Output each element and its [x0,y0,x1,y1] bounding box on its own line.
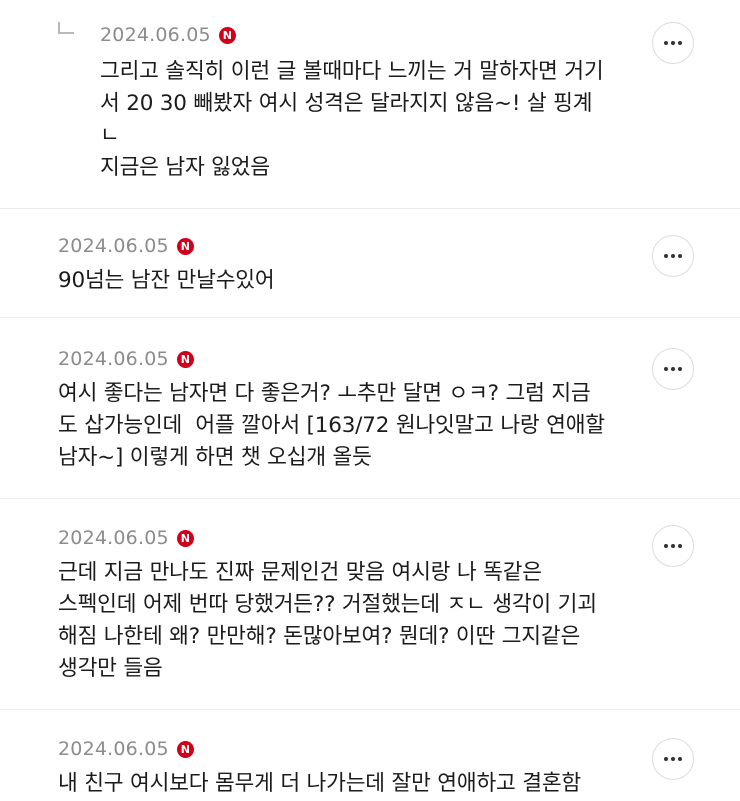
ellipsis-icon [664,544,682,548]
comment-date: 2024.06.05 [58,527,169,549]
ellipsis-icon [664,41,682,45]
comment-date: 2024.06.05 [100,24,211,46]
comment-text: 그리고 솔직히 이런 글 볼때마다 느끼는 거 말하자면 거기 서 20 30 … [100,59,604,180]
comment-meta: 2024.06.05 N [58,235,194,257]
comment-meta: 2024.06.05 N [58,527,194,549]
comment-text: 근데 지금 만나도 진짜 문제인건 맞음 여시랑 나 똑같은 스펙인데 어제 번… [58,560,597,681]
comment-item: 2024.06.05 N 90넘는 남잔 만날수있어 [0,209,740,317]
comment-meta: 2024.06.05 N [100,24,236,46]
reply-arrow-icon [58,22,74,34]
comment-text: 90넘는 남잔 만날수있어 [58,268,275,293]
comment-text: 내 친구 여시보다 몸무게 더 나가는데 잘만 연애하고 결혼함 [58,771,581,796]
comment-date: 2024.06.05 [58,348,169,370]
more-options-button[interactable] [652,22,694,64]
ellipsis-icon [664,757,682,761]
more-options-button[interactable] [652,235,694,277]
ellipsis-icon [664,254,682,258]
more-options-button[interactable] [652,348,694,390]
more-options-button[interactable] [652,525,694,567]
ellipsis-icon [664,367,682,371]
comment-date: 2024.06.05 [58,738,169,760]
comment-item: 2024.06.05 N 그리고 솔직히 이런 글 볼때마다 느끼는 거 말하자… [0,0,740,208]
new-badge: N [176,740,194,758]
comment-text: 여시 좋다는 남자면 다 좋은거? ㅗ추만 달면 ㅇㅋ? 그럼 지금 도 삽가능… [58,381,605,470]
comment-item: 2024.06.05 N 내 친구 여시보다 몸무게 더 나가는데 잘만 연애하… [0,710,740,801]
comment-item: 2024.06.05 N 근데 지금 만나도 진짜 문제인건 맞음 여시랑 나 … [0,499,740,709]
new-badge: N [176,237,194,255]
comment-item: 2024.06.05 N 여시 좋다는 남자면 다 좋은거? ㅗ추만 달면 ㅇㅋ… [0,318,740,498]
new-badge: N [176,350,194,368]
comment-date: 2024.06.05 [58,235,169,257]
comment-meta: 2024.06.05 N [58,738,194,760]
more-options-button[interactable] [652,738,694,780]
comment-meta: 2024.06.05 N [58,348,194,370]
new-badge: N [176,529,194,547]
new-badge: N [218,26,236,44]
